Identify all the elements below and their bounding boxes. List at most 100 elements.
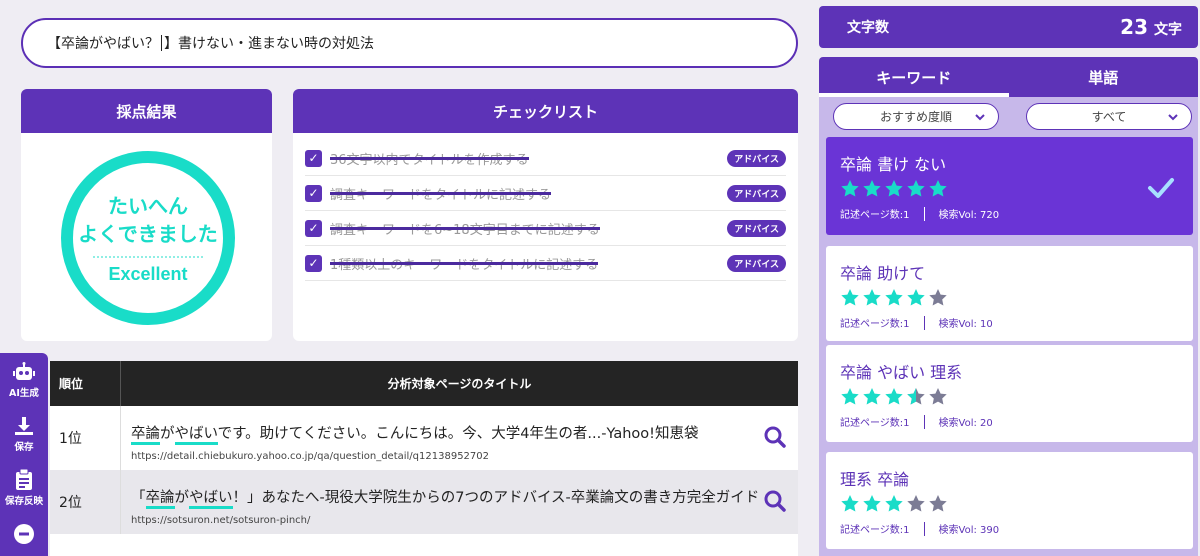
star-filled-icon bbox=[907, 289, 925, 306]
minus-circle-icon bbox=[14, 523, 34, 544]
checklist-header: チェックリスト bbox=[293, 89, 798, 133]
keyword-text: 卒論 やばい 理系 bbox=[840, 363, 963, 382]
keyword-highlight: 卒論 bbox=[145, 490, 175, 509]
star-filled-icon bbox=[841, 180, 859, 197]
chevron-down-icon bbox=[1168, 114, 1178, 121]
star-filled-icon bbox=[841, 495, 859, 512]
checkbox-checked[interactable]: ✓ bbox=[305, 149, 322, 167]
star-filled-icon bbox=[863, 388, 881, 405]
save-apply-button[interactable]: 保存反映 bbox=[0, 461, 48, 515]
checkbox-checked[interactable]: ✓ bbox=[305, 254, 322, 272]
collapse-button[interactable] bbox=[0, 515, 48, 555]
results-table: 順位 分析対象ページのタイトル 1位 卒論がやばいです。助けてください。こんにち… bbox=[50, 361, 798, 556]
save-button[interactable]: 保存 bbox=[0, 407, 48, 461]
checklist-panel: チェックリスト ✓ 36文字以内でタイトルを作成する アドバイス ✓ 調査キーワー… bbox=[293, 89, 798, 341]
sort-select[interactable]: おすすめ度順 bbox=[833, 103, 999, 130]
score-line1: たいへん bbox=[108, 193, 188, 218]
search-volume: 検索Vol: 10 bbox=[938, 319, 993, 330]
text-caret bbox=[161, 35, 162, 51]
right-tabs: キーワード 単語 bbox=[819, 57, 1198, 97]
star-empty-icon bbox=[929, 289, 947, 306]
table-body: 1位 卒論がやばいです。助けてください。こんにちは。今、大学4年生の者...-Y… bbox=[50, 406, 798, 534]
title-cell: 「卒論がやばい！」あなたへ-現役大学院生からの7つのアドバイス-卒業論文の書き方… bbox=[121, 470, 798, 534]
keyword-meta: 記述ページ数:1 検索Vol: 720 bbox=[840, 206, 1179, 221]
char-count-bar: 文字数 23 文字 bbox=[819, 6, 1198, 48]
keyword-highlight: 卒論 bbox=[131, 426, 160, 445]
tab-keyword[interactable]: キーワード bbox=[819, 57, 1009, 97]
star-rating bbox=[840, 387, 1179, 406]
keyword-card[interactable]: 卒論 助けて 記述ページ数:1 検索Vol: 10 bbox=[826, 246, 1193, 341]
title-text-after-caret: 】書けない・進まない時の対処法 bbox=[164, 36, 374, 52]
search-icon[interactable] bbox=[764, 426, 786, 448]
star-filled-icon bbox=[863, 180, 881, 197]
score-badge: たいへん よくできました Excellent bbox=[61, 151, 235, 325]
advice-button[interactable]: アドバイス bbox=[727, 220, 786, 237]
advice-button[interactable]: アドバイス bbox=[727, 150, 786, 167]
char-count-label: 文字数 bbox=[847, 20, 889, 36]
star-filled-icon bbox=[929, 180, 947, 197]
keyword-meta: 記述ページ数:1 検索Vol: 390 bbox=[840, 521, 1179, 536]
download-icon bbox=[15, 416, 33, 435]
char-count-value-group: 23 文字 bbox=[1120, 15, 1182, 39]
keyword-text: 理系 卒論 bbox=[840, 470, 910, 489]
keyword-card[interactable]: 卒論 やばい 理系 記述ページ数:1 検索Vol: 20 bbox=[826, 345, 1193, 442]
keyword-card[interactable]: 卒論 書け ない 記述ページ数:1 検索Vol: 720 bbox=[826, 137, 1193, 235]
type-select[interactable]: すべて bbox=[1026, 103, 1192, 130]
star-rating bbox=[840, 494, 1179, 513]
page-title-link[interactable]: 卒論がやばいです。助けてください。こんにちは。今、大学4年生の者...-Yaho… bbox=[131, 422, 798, 445]
advice-button[interactable]: アドバイス bbox=[727, 255, 786, 272]
star-filled-icon bbox=[907, 180, 925, 197]
page-count: 記述ページ数:1 bbox=[840, 418, 910, 429]
star-filled-icon bbox=[841, 289, 859, 306]
robot-icon bbox=[13, 361, 35, 380]
tab-word[interactable]: 単語 bbox=[1009, 57, 1199, 97]
keyword-text: 卒論 助けて bbox=[840, 264, 926, 283]
star-half-icon bbox=[907, 388, 925, 405]
checklist-item-text: 調査キーワードを6~18文字目までに記述する bbox=[330, 222, 600, 238]
meta-divider bbox=[923, 414, 925, 429]
page-title-link[interactable]: 「卒論がやばい！」あなたへ-現役大学院生からの7つのアドバイス-卒業論文の書き方… bbox=[131, 486, 798, 509]
star-empty-icon bbox=[929, 388, 947, 405]
checkbox-checked[interactable]: ✓ bbox=[305, 219, 322, 237]
star-rating bbox=[840, 288, 1179, 307]
title-input[interactable]: 【卒論がやばい？ 】書けない・進まない時の対処法 bbox=[21, 18, 798, 68]
star-filled-icon bbox=[863, 289, 881, 306]
col-rank-header: 順位 bbox=[50, 361, 121, 406]
keyword-text: 卒論 書け ない bbox=[840, 155, 947, 174]
checklist-item-text: 36文字以内でタイトルを作成する bbox=[330, 152, 529, 168]
meta-divider bbox=[923, 206, 925, 221]
star-empty-icon bbox=[907, 495, 925, 512]
score-panel-header: 採点結果 bbox=[21, 89, 272, 133]
star-filled-icon bbox=[885, 289, 903, 306]
star-filled-icon bbox=[885, 388, 903, 405]
checkbox-checked[interactable]: ✓ bbox=[305, 184, 322, 202]
checklist-item: ✓ 調査キーワードをタイトルに記述する アドバイス bbox=[305, 176, 786, 211]
score-divider bbox=[93, 255, 203, 258]
keyword-meta: 記述ページ数:1 検索Vol: 10 bbox=[840, 315, 1179, 330]
page-count: 記述ページ数:1 bbox=[840, 210, 910, 221]
search-volume: 検索Vol: 20 bbox=[938, 418, 993, 429]
strikethrough bbox=[330, 191, 552, 195]
checkmark-icon bbox=[1148, 178, 1174, 198]
score-panel: 採点結果 たいへん よくできました Excellent bbox=[21, 89, 272, 341]
checklist: ✓ 36文字以内でタイトルを作成する アドバイス ✓ 調査キーワードをタイトルに記… bbox=[293, 133, 798, 281]
keyword-card[interactable]: 理系 卒論 記述ページ数:1 検索Vol: 390 bbox=[826, 452, 1193, 549]
strikethrough bbox=[330, 156, 529, 160]
ai-generate-button[interactable]: AI生成 bbox=[0, 353, 48, 407]
filter-bar: おすすめ度順 すべて bbox=[819, 97, 1198, 130]
keyword-meta: 記述ページ数:1 検索Vol: 20 bbox=[840, 414, 1179, 429]
ai-generate-label: AI生成 bbox=[9, 387, 39, 399]
star-filled-icon bbox=[885, 495, 903, 512]
keyword-highlight: やばい bbox=[174, 426, 218, 445]
page-url: https://sotsuron.net/sotsuron-pinch/ bbox=[131, 515, 311, 526]
table-row: 1位 卒論がやばいです。助けてください。こんにちは。今、大学4年生の者...-Y… bbox=[50, 406, 798, 470]
clipboard-icon bbox=[16, 469, 32, 490]
checklist-item: ✓ 1種類以上のキーワードをタイトルに記述する アドバイス bbox=[305, 246, 786, 281]
type-select-value: すべて bbox=[1091, 110, 1127, 124]
star-filled-icon bbox=[863, 495, 881, 512]
search-icon[interactable] bbox=[764, 490, 786, 512]
advice-button[interactable]: アドバイス bbox=[727, 185, 786, 202]
rank-cell: 1位 bbox=[50, 406, 121, 470]
page-url: https://detail.chiebukuro.yahoo.co.jp/qa… bbox=[131, 451, 490, 462]
rank-cell: 2位 bbox=[50, 470, 121, 534]
